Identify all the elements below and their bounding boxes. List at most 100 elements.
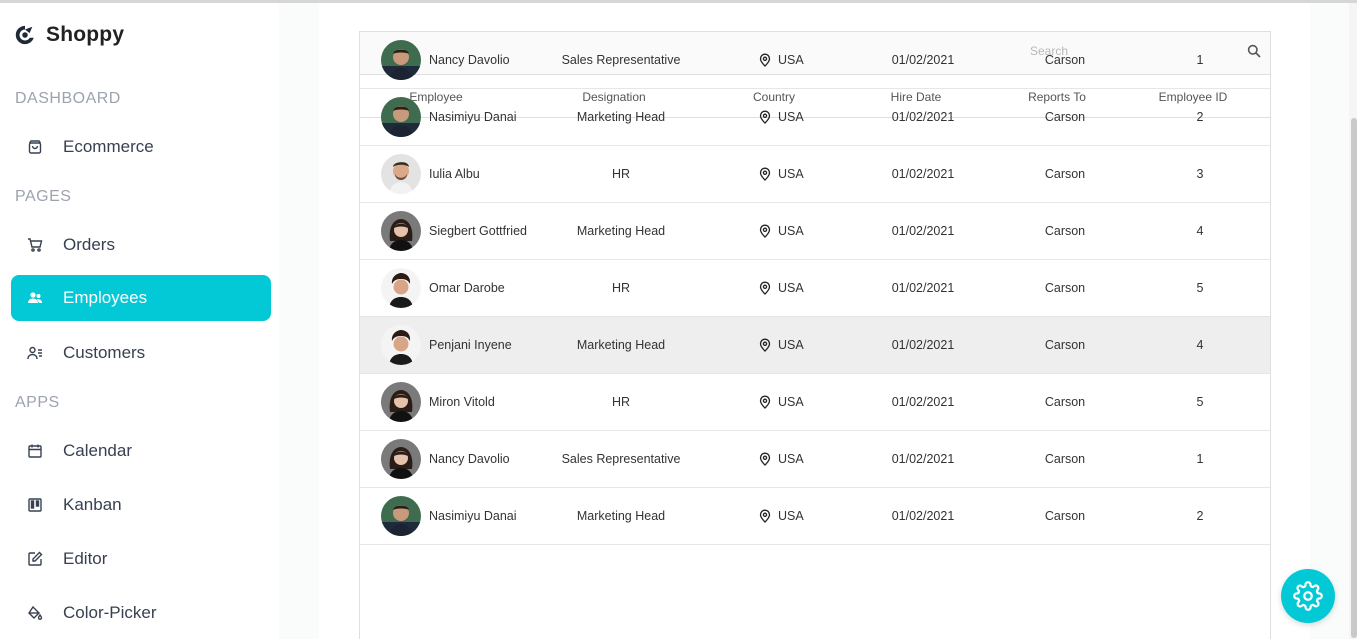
sidebar-item-label: Orders	[63, 235, 115, 254]
section-title-apps: APPS	[15, 394, 60, 411]
country-text: USA	[778, 338, 804, 352]
country-text: USA	[778, 167, 804, 181]
employees-grid: Employee Designation Country Hire Date R…	[359, 31, 1271, 639]
shoppy-logo-icon	[15, 25, 34, 45]
country-text: USA	[778, 53, 804, 67]
table-row[interactable]: Nasimiyu Danai Marketing Head USA 01/02/202…	[360, 89, 1270, 146]
table-row[interactable]: Penjani Inyene Marketing Head USA 01/02/202…	[360, 317, 1270, 374]
sidebar-item-customers[interactable]: Customers	[11, 330, 271, 376]
employee-id-cell: 5	[1196, 395, 1204, 409]
employee-name: Siegbert Gottfried	[429, 224, 527, 238]
shopping-bag-icon	[26, 138, 44, 156]
employee-cell: Iulia Albu	[381, 154, 527, 194]
avatar	[381, 154, 421, 194]
sidebar-item-kanban[interactable]: Kanban	[11, 482, 271, 528]
employee-name: Nasimiyu Danai	[429, 110, 517, 124]
color-picker-icon	[26, 604, 44, 622]
editor-icon	[26, 550, 44, 568]
location-pin-icon	[759, 167, 771, 181]
table-row[interactable]: Omar Darobe HR USA 01/02/2021 Carson 5	[360, 260, 1270, 317]
table-row[interactable]: Siegbert Gottfried Marketing Head USA 01/02…	[360, 203, 1270, 260]
calendar-icon	[26, 442, 44, 460]
country-cell: USA	[758, 110, 804, 124]
reports-to-cell: Carson	[1044, 53, 1086, 67]
section-title-dashboard: DASHBOARD	[15, 90, 121, 107]
avatar	[381, 439, 421, 479]
table-row[interactable]: Miron Vitold HR USA 01/02/2021 Carson 5	[360, 374, 1270, 431]
app-logo[interactable]: Shoppy	[14, 23, 124, 47]
cart-icon	[26, 236, 44, 254]
sidebar-item-ecommerce[interactable]: Ecommerce	[11, 124, 271, 170]
designation-cell: Marketing Head	[576, 338, 666, 352]
table-row[interactable]: Nancy Davolio Sales Representative USA 01/0…	[360, 431, 1270, 488]
country-text: USA	[778, 509, 804, 523]
country-text: USA	[778, 395, 804, 409]
location-pin-icon	[759, 110, 771, 124]
country-cell: USA	[758, 452, 804, 466]
table-row[interactable]: Nasimiyu Danai Marketing Head USA 01/02/202…	[360, 488, 1270, 545]
hire-date-cell: 01/02/2021	[891, 395, 955, 409]
avatar	[381, 211, 421, 251]
sidebar-item-employees[interactable]: Employees	[11, 275, 271, 321]
country-text: USA	[778, 452, 804, 466]
designation-cell: HR	[611, 395, 631, 409]
location-pin-icon	[759, 509, 771, 523]
designation-cell: Marketing Head	[576, 110, 666, 124]
employee-id-cell: 4	[1196, 338, 1204, 352]
reports-to-cell: Carson	[1044, 338, 1086, 352]
avatar	[381, 40, 421, 80]
employee-cell: Penjani Inyene	[381, 325, 527, 365]
hire-date-cell: 01/02/2021	[891, 452, 955, 466]
location-pin-icon	[759, 338, 771, 352]
reports-to-cell: Carson	[1044, 281, 1086, 295]
hire-date-cell: 01/02/2021	[891, 281, 955, 295]
avatar	[381, 325, 421, 365]
employee-cell: Nasimiyu Danai	[381, 97, 527, 137]
hire-date-cell: 01/02/2021	[891, 338, 955, 352]
sidebar-item-label: Editor	[63, 549, 108, 568]
employee-cell: Omar Darobe	[381, 268, 527, 308]
location-pin-icon	[759, 395, 771, 409]
table-row[interactable]: Nancy Davolio Sales Representative USA 01/0…	[360, 32, 1270, 89]
designation-cell: Marketing Head	[576, 509, 666, 523]
sidebar-item-label: Ecommerce	[63, 137, 154, 156]
employee-cell: Miron Vitold	[381, 382, 527, 422]
sidebar-item-orders[interactable]: Orders	[11, 222, 271, 268]
app-name: Shoppy	[46, 23, 125, 46]
sidebar: Shoppy DASHBOARD Ecommerce PAGES Orders …	[0, 3, 279, 639]
sidebar-item-label: Customers	[63, 343, 146, 362]
country-text: USA	[778, 110, 804, 124]
sidebar-item-label: Kanban	[63, 495, 122, 514]
location-pin-icon	[759, 53, 771, 67]
hire-date-cell: 01/02/2021	[891, 53, 955, 67]
avatar	[381, 268, 421, 308]
location-pin-icon	[759, 224, 771, 238]
employee-id-cell: 2	[1196, 110, 1204, 124]
designation-cell: HR	[611, 167, 631, 181]
country-cell: USA	[758, 53, 804, 67]
employee-name: Nancy Davolio	[429, 452, 510, 466]
sidebar-item-calendar[interactable]: Calendar	[11, 428, 271, 474]
table-row[interactable]: Iulia Albu HR USA 01/02/2021 Carson 3	[360, 146, 1270, 203]
country-cell: USA	[758, 509, 804, 523]
country-cell: USA	[758, 167, 804, 181]
employee-name: Omar Darobe	[429, 281, 505, 295]
country-text: USA	[778, 281, 804, 295]
employee-cell: Nasimiyu Danai	[381, 496, 527, 536]
sidebar-item-label: Employees	[63, 288, 148, 307]
sidebar-item-label: Calendar	[63, 441, 132, 460]
sidebar-item-editor[interactable]: Editor	[11, 536, 271, 582]
section-title-pages: PAGES	[15, 188, 72, 205]
hire-date-cell: 01/02/2021	[891, 167, 955, 181]
location-pin-icon	[759, 281, 771, 295]
avatar	[381, 496, 421, 536]
country-text: USA	[778, 224, 804, 238]
employee-id-cell: 1	[1196, 452, 1204, 466]
settings-button[interactable]	[1281, 569, 1335, 623]
hire-date-cell: 01/02/2021	[891, 224, 955, 238]
designation-cell: Marketing Head	[576, 224, 666, 238]
sidebar-item-color-picker[interactable]: Color-Picker	[11, 590, 271, 636]
reports-to-cell: Carson	[1044, 509, 1086, 523]
country-cell: USA	[758, 281, 804, 295]
scrollbar-thumb[interactable]	[1351, 118, 1357, 638]
